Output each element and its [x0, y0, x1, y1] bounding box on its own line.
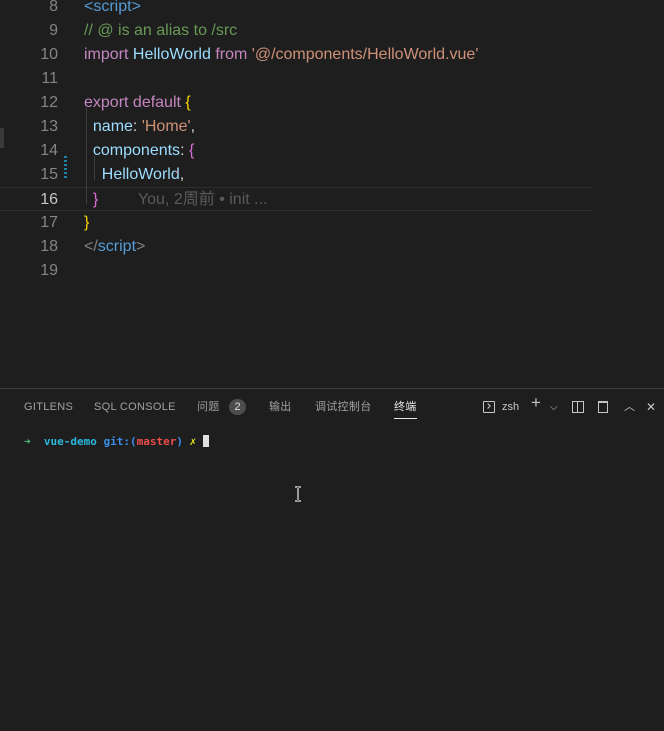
code-token: { — [188, 142, 195, 159]
prompt-arrow: ➜ — [24, 435, 31, 448]
code-token: import — [84, 46, 133, 63]
code-token: <script> — [84, 0, 141, 15]
line-code: <script> — [84, 0, 141, 19]
terminal-icon[interactable] — [483, 401, 495, 413]
terminal-output[interactable]: ➜ vue-demo git:(master) ✗ — [24, 435, 209, 449]
line-number: 13 — [40, 118, 58, 135]
line-number: 11 — [41, 70, 58, 87]
line-code: </script> — [84, 235, 145, 259]
terminal-cursor — [202, 435, 209, 447]
tab-output[interactable]: 输出 — [269, 399, 292, 415]
line-code: } — [84, 211, 89, 235]
code-token: components — [92, 142, 181, 159]
line-number: 12 — [40, 94, 58, 111]
line-number: 18 — [40, 238, 58, 255]
line-code: HelloWorld, — [84, 163, 184, 187]
line-code: // @ is an alias to /src — [84, 19, 237, 43]
panel-tab-bar: GITLENS SQL CONSOLE 问题 2 输出 调试控制台 终端 zsh… — [0, 389, 664, 425]
line-number: 15 — [40, 166, 58, 183]
code-token: } — [84, 214, 90, 231]
code-token: export default — [84, 94, 186, 111]
line-number: 10 — [40, 46, 58, 63]
code-token: '@/components/HelloWorld.vue' — [251, 46, 479, 63]
code-token: // @ is an alias to /src — [84, 22, 238, 39]
indent-guide — [94, 156, 95, 180]
code-editor[interactable]: 8 <script> 9 // @ is an alias to /src 10 impo… — [0, 0, 664, 388]
line-code: components: { — [84, 139, 194, 163]
code-token: : — [180, 142, 189, 159]
code-token: HelloWorld — [132, 46, 216, 63]
code-line[interactable]: 18 </script> — [0, 235, 664, 259]
code-line[interactable]: 16 } You, 2周前 • init ... — [0, 187, 592, 211]
code-line[interactable]: 15 HelloWorld, — [0, 163, 664, 187]
code-token: { — [185, 94, 191, 111]
text-cursor-icon — [295, 486, 301, 502]
bottom-panel: GITLENS SQL CONSOLE 问题 2 输出 调试控制台 终端 zsh… — [0, 388, 664, 731]
line-number: 17 — [40, 214, 58, 231]
gutter-modified-indicator — [64, 156, 67, 180]
chevron-down-icon[interactable]: ⌵ — [550, 399, 558, 417]
tab-gitlens[interactable]: GITLENS — [24, 399, 73, 415]
tab-terminal[interactable]: 终端 — [394, 399, 417, 419]
error-squiggle: ᐟ — [175, 169, 179, 179]
prompt-dirty-marker: ✗ — [189, 435, 197, 448]
line-code: name: 'Home', — [84, 115, 195, 139]
code-line[interactable]: 19 — [0, 259, 664, 283]
code-token: , — [190, 118, 196, 135]
line-number: 8 — [49, 0, 58, 15]
code-line[interactable]: 13 name: 'Home', — [0, 115, 664, 139]
code-token: 'Home' — [141, 118, 191, 135]
line-number: 9 — [49, 22, 58, 39]
code-token: > — [136, 238, 146, 255]
tab-problems[interactable]: 问题 — [197, 399, 220, 415]
maximize-panel-icon[interactable]: ︿ — [624, 398, 635, 416]
line-code: import HelloWorld from '@/components/Hel… — [84, 43, 478, 67]
git-blame-annotation: You, 2周前 • init ... — [98, 191, 268, 208]
indent-guide — [86, 108, 87, 204]
code-line[interactable]: 11 — [0, 67, 664, 91]
prompt-git-label: git:( — [103, 435, 137, 448]
line-number: 19 — [40, 262, 58, 279]
code-line[interactable]: 9 // @ is an alias to /src — [0, 19, 664, 43]
code-line[interactable]: 14 components: { — [0, 139, 664, 163]
close-panel-icon[interactable]: ✕ — [646, 398, 656, 416]
code-line[interactable]: 8 <script> — [0, 0, 664, 19]
line-code: } You, 2周前 • init ... — [84, 188, 268, 212]
code-line[interactable]: 12 export default { — [0, 91, 664, 115]
problems-count-badge: 2 — [229, 399, 246, 415]
add-terminal-icon[interactable]: + — [531, 394, 541, 412]
code-token: script — [97, 238, 137, 255]
code-line[interactable]: 17} — [0, 211, 664, 235]
terminal-shell-label[interactable]: zsh — [502, 399, 519, 415]
tab-debug-console[interactable]: 调试控制台 — [315, 399, 372, 415]
code-token: </ — [84, 238, 98, 255]
code-token: from — [215, 46, 252, 63]
code-token: : — [132, 118, 142, 135]
code-line[interactable]: 10 import HelloWorld from '@/components/H… — [0, 43, 664, 67]
prompt-git-branch: master — [136, 435, 177, 448]
line-code: export default { — [84, 91, 191, 115]
code-token: name — [92, 118, 133, 135]
prompt-directory: vue-demo — [43, 435, 97, 448]
split-terminal-icon[interactable] — [572, 401, 584, 413]
line-number: 16 — [40, 191, 58, 208]
prompt-git-close: ) — [176, 435, 183, 448]
code-token: HelloWorld — [101, 166, 180, 183]
tab-sql-console[interactable]: SQL CONSOLE — [94, 399, 176, 415]
trash-icon[interactable] — [598, 401, 608, 413]
line-number: 14 — [40, 142, 58, 159]
